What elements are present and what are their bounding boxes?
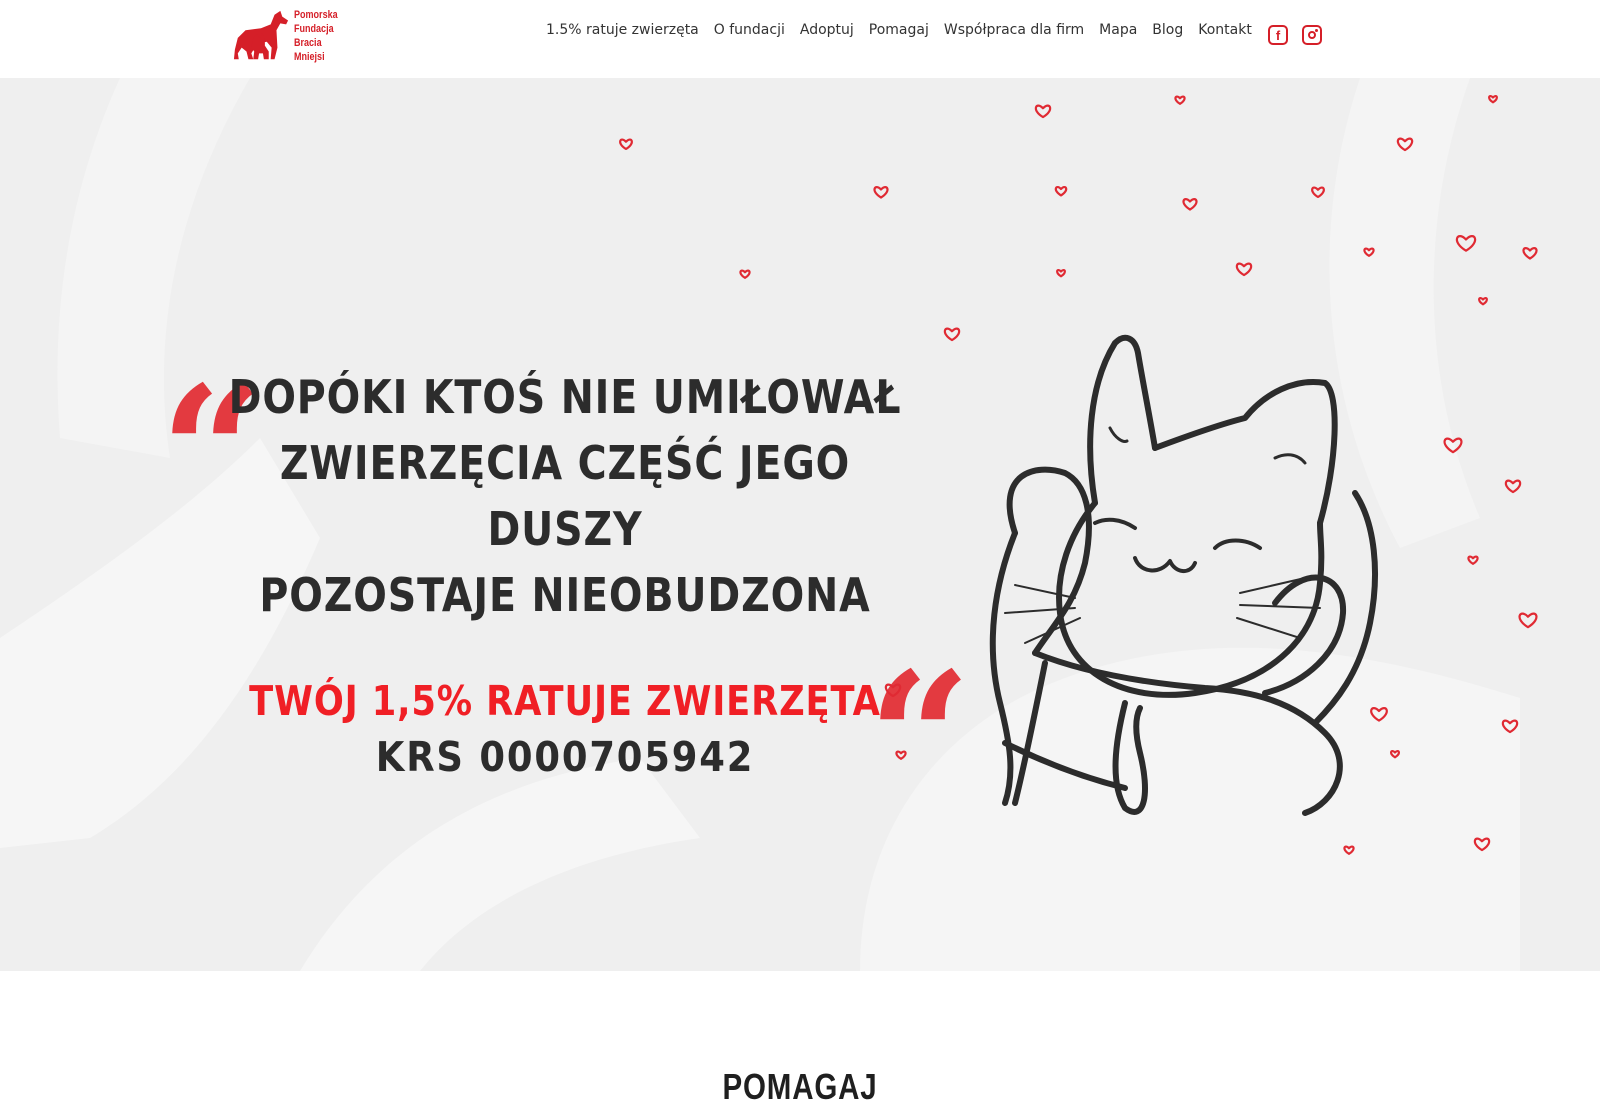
heart-icon: [1478, 296, 1488, 306]
heart-icon: [1473, 837, 1491, 852]
instagram-icon[interactable]: [1302, 25, 1322, 45]
instagram-lens: [1308, 31, 1316, 39]
nav-item-1-5-percent[interactable]: 1.5% ratuje zwierzęta: [546, 22, 699, 38]
heart-icon: [1311, 186, 1325, 199]
site-logo[interactable]: Pomorska Fundacja Bracia Mniejsi: [232, 2, 352, 70]
logo-text: Pomorska Fundacja Bracia Mniejsi: [294, 8, 338, 64]
logo-line: Mniejsi: [294, 51, 325, 63]
heart-icon: [1522, 247, 1538, 260]
dog-cat-logo-icon: [233, 10, 289, 60]
heart-icon: [884, 683, 902, 698]
heart-icon: [1182, 198, 1198, 211]
nav-item-mapa[interactable]: Mapa: [1099, 22, 1137, 38]
logo-line: Fundacja: [294, 23, 334, 35]
heart-icon: [1504, 479, 1522, 494]
site-header: Pomorska Fundacja Bracia Mniejsi 1.5% ra…: [0, 0, 1600, 78]
heart-icon: [1443, 437, 1463, 454]
heart-icon: [943, 327, 961, 342]
heart-icon: [1501, 719, 1519, 734]
heart-icon: [1054, 186, 1068, 197]
heart-icon: [739, 269, 751, 279]
nav-item-wspolpraca[interactable]: Współpraca dla firm: [944, 22, 1084, 38]
heart-icon: [1488, 94, 1498, 104]
main-nav: 1.5% ratuje zwierzęta O fundacji Adoptuj…: [546, 22, 1267, 38]
heart-icon: [1455, 235, 1477, 252]
heart-icon: [1056, 268, 1066, 278]
logo-line: Bracia: [294, 37, 322, 49]
nav-item-o-fundacji[interactable]: O fundacji: [714, 22, 785, 38]
heart-icon: [1174, 95, 1186, 105]
facebook-icon[interactable]: f: [1268, 25, 1288, 45]
heart-icon: [619, 138, 633, 151]
heart-icon: [1396, 137, 1414, 152]
nav-item-kontakt[interactable]: Kontakt: [1198, 22, 1252, 38]
section-title: POMAGAJ: [722, 1065, 878, 1107]
logo-line: Pomorska: [294, 9, 338, 21]
heart-icon: [1390, 749, 1400, 759]
nav-item-adoptuj[interactable]: Adoptuj: [800, 22, 854, 38]
heart-icon: [1518, 612, 1538, 629]
heart-icon: [895, 750, 907, 760]
nav-item-blog[interactable]: Blog: [1152, 22, 1183, 38]
facebook-glyph: f: [1275, 27, 1281, 43]
instagram-dot: [1315, 29, 1318, 32]
hearts-decoration: [619, 94, 1538, 855]
heart-icon: [1467, 555, 1479, 565]
hero-section: ” DOPÓKI KTOŚ NIE UMIŁOWAŁ ZWIERZĘCIA CZ…: [0, 78, 1600, 971]
nav-item-pomagaj[interactable]: Pomagaj: [869, 22, 929, 38]
heart-icon: [1343, 845, 1355, 855]
heart-icon: [1235, 262, 1253, 277]
heart-icon: [1034, 104, 1052, 119]
heart-icon: [873, 186, 889, 199]
heart-icon: [1363, 247, 1375, 257]
heart-icon: [1370, 707, 1388, 722]
